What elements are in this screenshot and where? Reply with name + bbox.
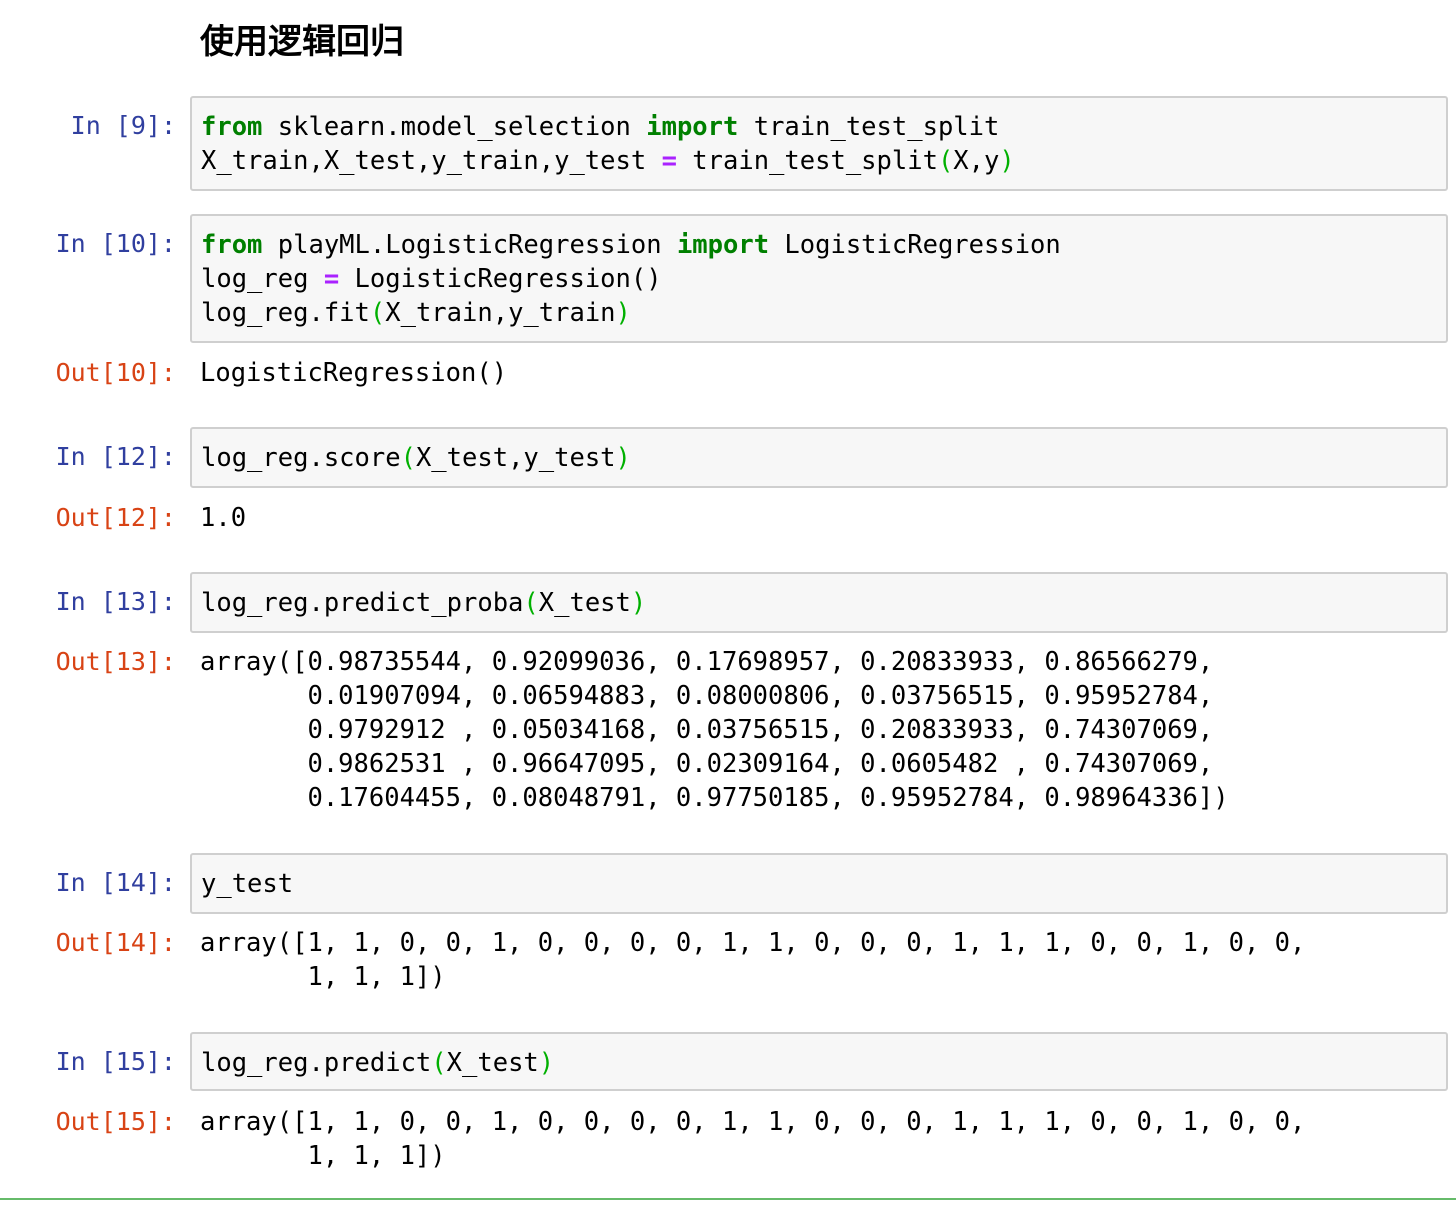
code-input-cell[interactable]: log_reg.predict_proba(X_test) <box>190 572 1448 633</box>
code-text: train_test_split <box>676 146 938 176</box>
code-paren: ( <box>937 146 954 176</box>
code-line: X_train,X_test,y_train,y_test = train_te… <box>201 144 1436 178</box>
code-operator: = <box>323 264 340 294</box>
code-text: LogisticRegression() <box>339 264 662 294</box>
code-keyword: import <box>646 112 739 142</box>
code-input-cell[interactable]: log_reg.predict(X_test) <box>190 1032 1448 1091</box>
cell-output: array([0.98735544, 0.92099036, 0.1769895… <box>200 647 1229 813</box>
code-line: y_test <box>201 867 1436 901</box>
code-line: from playML.LogisticRegression import Lo… <box>201 228 1436 262</box>
code-text: X_train,y_train <box>385 298 616 328</box>
code-paren: ) <box>538 1048 555 1078</box>
code-line: log_reg.score(X_test,y_test) <box>201 441 1436 475</box>
code-input-cell[interactable]: from sklearn.model_selection import trai… <box>190 96 1448 191</box>
cell-output: LogisticRegression() <box>200 358 508 388</box>
code-text: y_test <box>201 869 294 899</box>
input-prompt: In [12]: <box>55 442 176 471</box>
code-input-cell[interactable]: from playML.LogisticRegression import Lo… <box>190 214 1448 343</box>
code-keyword: import <box>676 230 770 260</box>
code-text: sklearn.model_selection <box>262 112 647 142</box>
code-paren: ) <box>615 298 631 328</box>
output-prompt: Out[10]: <box>55 358 176 387</box>
selected-cell-border <box>0 1198 1456 1200</box>
input-prompt: In [10]: <box>55 229 176 258</box>
code-keyword: from <box>201 230 263 260</box>
code-paren: ( <box>431 1048 447 1078</box>
markdown-heading: 使用逻辑回归 <box>200 22 404 62</box>
code-text: log_reg.predict <box>201 1048 432 1078</box>
code-paren: ( <box>400 443 416 473</box>
code-text: log_reg.score <box>201 443 401 473</box>
code-paren: ( <box>523 588 539 618</box>
code-text: log_reg.fit <box>201 298 370 328</box>
output-prompt: Out[15]: <box>55 1107 176 1136</box>
code-text: X_train,X_test,y_train,y_test <box>201 146 662 176</box>
code-text: log_reg.predict_proba <box>201 588 524 618</box>
output-prompt: Out[12]: <box>55 503 176 532</box>
code-text: LogisticRegression <box>769 230 1061 260</box>
code-text: X_test <box>538 588 631 618</box>
code-line: log_reg.predict(X_test) <box>201 1046 1436 1080</box>
cell-output: 1.0 <box>200 503 247 533</box>
code-line: log_reg.predict_proba(X_test) <box>201 586 1436 620</box>
code-paren: ) <box>615 443 631 473</box>
code-input-cell[interactable]: log_reg.score(X_test,y_test) <box>190 427 1448 488</box>
code-text: playML.LogisticRegression <box>262 230 677 260</box>
code-text: X_test,y_test <box>415 443 616 473</box>
input-prompt: In [13]: <box>55 587 176 616</box>
input-prompt: In [14]: <box>55 868 176 897</box>
code-text: X_test <box>446 1048 539 1078</box>
code-operator: = <box>661 146 677 176</box>
input-prompt: In [9]: <box>70 111 176 140</box>
cell-output: array([1, 1, 0, 0, 1, 0, 0, 0, 0, 1, 1, … <box>200 1107 1306 1171</box>
code-paren: ) <box>630 588 647 618</box>
output-prompt: Out[13]: <box>55 647 176 676</box>
code-paren: ( <box>369 298 386 328</box>
input-prompt: In [15]: <box>55 1047 176 1076</box>
code-text: train_test_split <box>738 112 1000 142</box>
code-paren: ) <box>999 146 1015 176</box>
code-line: from sklearn.model_selection import trai… <box>201 110 1436 144</box>
cell-output: array([1, 1, 0, 0, 1, 0, 0, 0, 0, 1, 1, … <box>200 928 1306 992</box>
code-text: log_reg <box>201 264 324 294</box>
code-line: log_reg.fit(X_train,y_train) <box>201 296 1436 330</box>
code-input-cell[interactable]: y_test <box>190 853 1448 914</box>
code-text: X,y <box>953 146 1000 176</box>
output-prompt: Out[14]: <box>55 928 176 957</box>
code-keyword: from <box>201 112 263 142</box>
code-line: log_reg = LogisticRegression() <box>201 262 1436 296</box>
